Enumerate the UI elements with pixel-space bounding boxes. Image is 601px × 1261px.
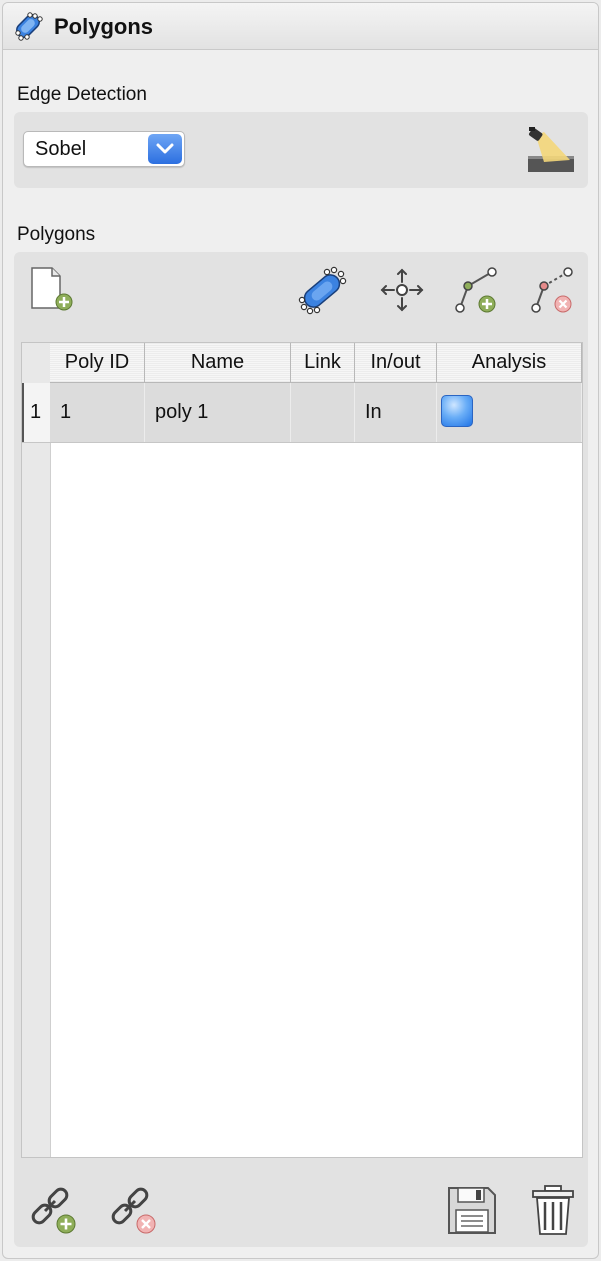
table-row[interactable]: 1 1 poly 1 In xyxy=(22,383,582,443)
spotlight-icon[interactable] xyxy=(526,126,576,174)
header-in-out[interactable]: In/out xyxy=(355,343,437,383)
cell-in-out[interactable]: In xyxy=(355,383,437,442)
cell-poly-id[interactable]: 1 xyxy=(50,383,145,442)
polygons-table: Poly ID Name Link In/out Analysis 1 1 po… xyxy=(21,342,583,1158)
header-name[interactable]: Name xyxy=(145,343,291,383)
floppy-disk-icon[interactable] xyxy=(446,1184,498,1236)
cell-name[interactable]: poly 1 xyxy=(145,383,291,442)
window-title: Polygons xyxy=(54,14,154,39)
move-arrows-icon[interactable] xyxy=(378,266,426,314)
title-bar: Polygons xyxy=(3,3,598,50)
edge-detection-group: Sobel xyxy=(14,112,588,188)
new-document-add-icon[interactable] xyxy=(28,266,76,314)
row-number[interactable]: 1 xyxy=(22,383,50,442)
edge-detection-label: Edge Detection xyxy=(17,84,147,105)
trash-icon[interactable] xyxy=(530,1184,576,1236)
header-poly-id[interactable]: Poly ID xyxy=(50,343,145,383)
polygons-panel: Polygons Edge Detection Sobel Polygons P… xyxy=(2,2,599,1259)
edge-method-select[interactable]: Sobel xyxy=(23,131,185,167)
analysis-button[interactable] xyxy=(441,395,473,427)
cell-link[interactable] xyxy=(291,383,355,442)
polygons-label: Polygons xyxy=(17,224,96,245)
polygons-group: Poly ID Name Link In/out Analysis 1 1 po… xyxy=(14,252,588,1247)
link-remove-icon[interactable] xyxy=(108,1184,160,1236)
cell-analysis xyxy=(437,383,582,442)
row-number-column xyxy=(22,343,51,1157)
chevron-down-icon[interactable] xyxy=(148,134,182,164)
add-vertex-icon[interactable] xyxy=(452,266,500,314)
polygon-select-icon[interactable] xyxy=(296,266,348,316)
link-add-icon[interactable] xyxy=(28,1184,80,1236)
remove-vertex-icon[interactable] xyxy=(528,266,576,314)
edge-method-value: Sobel xyxy=(35,138,87,160)
header-analysis[interactable]: Analysis xyxy=(437,343,582,383)
header-link[interactable]: Link xyxy=(291,343,355,383)
polygon-icon xyxy=(15,12,43,41)
